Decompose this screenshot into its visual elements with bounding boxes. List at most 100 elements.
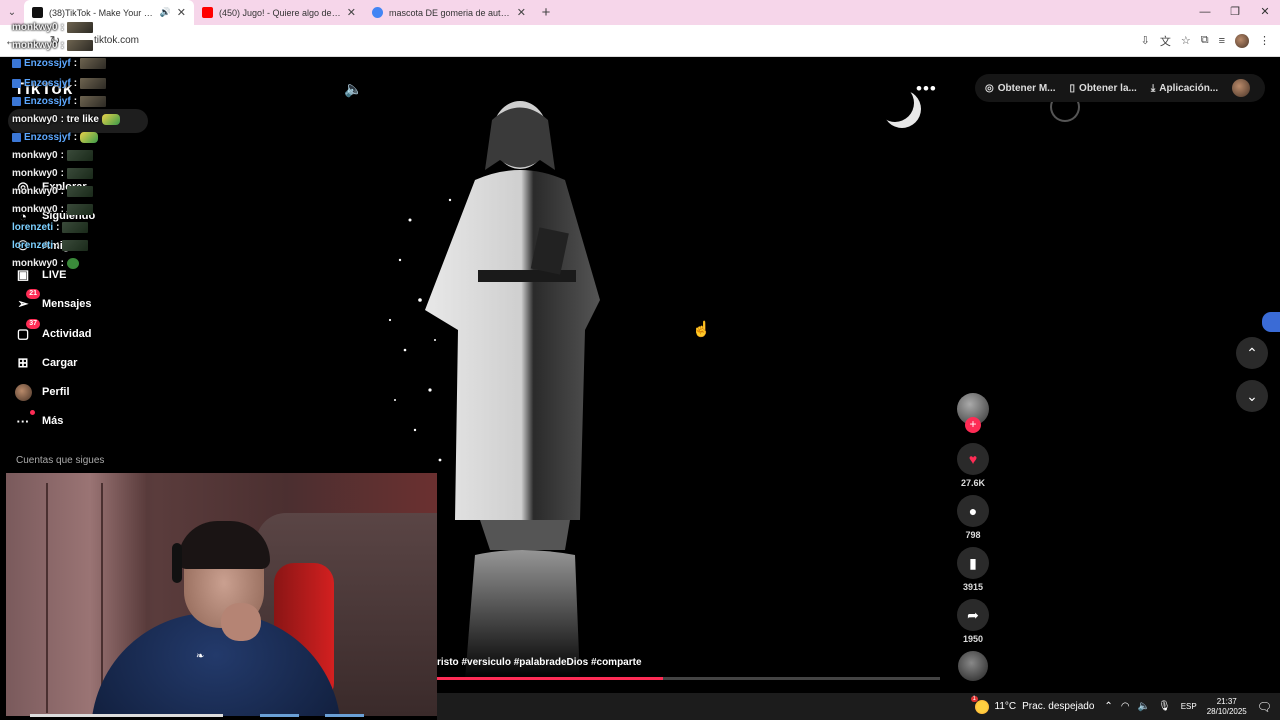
chat-message: Enzossjyf: — [12, 132, 99, 143]
desktop-app-label: Aplicación... — [1159, 82, 1219, 94]
volume-icon[interactable]: 🔈 — [344, 80, 363, 98]
tab-google[interactable]: mascota DE gomeria de autos - ✕ — [364, 0, 534, 25]
screen: ⌄ (38)TikTok - Make Your Day 🔊 ✕ (450) J… — [0, 0, 1280, 720]
heart-icon: ♥ — [957, 443, 989, 475]
nav-label: Perfil — [42, 386, 70, 398]
more-icon: ··· — [14, 410, 35, 430]
share-button[interactable]: ➦ 1950 — [957, 599, 989, 644]
chat-message: monkwy0: — [12, 186, 93, 197]
tab-list-icon[interactable]: ⌄ — [0, 7, 24, 18]
following-accounts-title: Cuentas que sigues — [16, 455, 105, 466]
bookmark-star-icon[interactable]: ☆ — [1181, 34, 1191, 47]
mic-icon[interactable]: 🎙 — [1158, 701, 1171, 712]
nav-perfil[interactable]: Perfil — [14, 383, 70, 401]
more-dot-badge — [30, 410, 35, 415]
tab-label: mascota DE gomeria de autos - — [389, 7, 511, 18]
close-window-icon[interactable]: ✕ — [1250, 0, 1280, 25]
coin-icon: ◎ — [985, 82, 994, 94]
google-favicon-icon — [372, 7, 383, 18]
puma-logo-icon: ❧ — [196, 651, 205, 662]
chat-username: monkwy0 — [12, 168, 58, 179]
install-icon[interactable]: ⇩ — [1141, 34, 1150, 47]
menu-icon[interactable]: ⋮ — [1259, 34, 1270, 47]
platform-icon — [12, 133, 21, 142]
language-indicator[interactable]: ESP — [1181, 702, 1197, 711]
chat-emote-icon — [80, 96, 107, 107]
minimize-icon[interactable]: — — [1190, 0, 1220, 25]
webcam-overlay: ❧ — [6, 473, 437, 716]
close-tab-icon[interactable]: ✕ — [177, 6, 186, 19]
notification-icon[interactable]: 🗨 — [1257, 700, 1272, 714]
chat-text: : — [60, 22, 64, 33]
chat-text: : — [60, 204, 64, 215]
audio-icon[interactable]: 🔊 — [160, 7, 171, 18]
media-icon[interactable]: ≡ — [1219, 35, 1225, 47]
address-bar: ← → ↻ tiktok.com ⇩ 文 ☆ ⧉ ≡ ⋮ — [0, 25, 1280, 57]
temperature: 11°C — [994, 701, 1017, 712]
chat-message: Enzossjyf: — [12, 58, 107, 69]
comment-button[interactable]: ● 798 — [957, 495, 989, 540]
tab-youtube[interactable]: (450) Jugo! - Quiere algo de mi ✕ — [194, 0, 364, 25]
close-tab-icon[interactable]: ✕ — [517, 6, 526, 19]
weather-badge: 1 — [970, 695, 978, 702]
youtube-favicon-icon — [202, 7, 213, 18]
desktop-app-button[interactable]: ⤓ Aplicación... — [1151, 83, 1218, 94]
chat-text: : — [56, 222, 60, 233]
moon-graphic — [876, 84, 914, 122]
chat-username: monkwy0 — [12, 150, 58, 161]
chat-text: : — [60, 186, 64, 197]
music-disc-icon[interactable] — [958, 651, 988, 681]
side-mic-icon[interactable] — [1262, 312, 1280, 332]
chat-message: monkwy0: — [12, 258, 79, 269]
restore-icon[interactable]: ❐ — [1220, 0, 1250, 25]
like-button[interactable]: ♥ 27.6K — [957, 443, 989, 488]
chat-username: monkwy0 — [12, 258, 58, 269]
get-app-button[interactable]: ▯ Obtener la... — [1070, 83, 1137, 94]
tab-bar: ⌄ (38)TikTok - Make Your Day 🔊 ✕ (450) J… — [0, 0, 1280, 25]
nav-label: LIVE — [42, 269, 67, 281]
url-field[interactable]: tiktok.com — [94, 35, 1141, 46]
platform-icon — [12, 79, 21, 88]
profile-icon[interactable] — [1235, 33, 1249, 48]
translate-icon[interactable]: 文 — [1160, 33, 1171, 49]
chat-message: monkwy0: tre like — [12, 114, 120, 125]
weather-sun-icon: 1 — [970, 695, 989, 714]
chat-message: monkwy0: — [12, 22, 93, 33]
previous-video-button[interactable]: ⌃ — [1236, 337, 1268, 369]
follow-plus-icon[interactable]: + — [965, 417, 981, 433]
tray-chevron-icon[interactable]: ⌃ — [1104, 701, 1112, 712]
browser-tools: ⇩ 文 ☆ ⧉ ≡ ⋮ — [1141, 33, 1270, 49]
chat-emote-icon — [66, 40, 93, 51]
next-video-button[interactable]: ⌄ — [1236, 380, 1268, 412]
close-tab-icon[interactable]: ✕ — [347, 6, 356, 19]
video-caption[interactable]: risto #versiculo #palabradeDios #compart… — [437, 657, 642, 668]
user-avatar[interactable] — [1232, 79, 1251, 97]
nav-mas[interactable]: ··· Más — [14, 410, 63, 430]
extensions-icon[interactable]: ⧉ — [1201, 34, 1209, 47]
speaker-icon[interactable]: 🔈 — [1138, 701, 1150, 712]
share-count: 1950 — [962, 634, 984, 644]
clock-time: 21:37 — [1216, 696, 1237, 706]
chat-emote-icon — [62, 222, 89, 233]
chat-username: lorenzeti — [12, 222, 54, 233]
chat-emote-icon — [66, 22, 93, 33]
nav-mensajes[interactable]: ➢ 21 Mensajes — [14, 289, 92, 313]
network-icon[interactable]: ◠ — [1121, 701, 1130, 712]
taskbar-clock[interactable]: 21:37 28/10/2025 — [1207, 697, 1247, 717]
chat-emote-icon — [80, 78, 107, 89]
hand-cursor-icon: ☝ — [692, 321, 711, 338]
chat-username: Enzossjyf — [24, 78, 71, 89]
comment-icon: ● — [957, 495, 989, 527]
weather-widget[interactable]: 1 11°C Prac. despejado — [970, 695, 1094, 714]
new-tab-icon[interactable]: + — [534, 4, 558, 21]
nav-actividad[interactable]: ▢ 37 Actividad — [14, 319, 92, 343]
video-progress-bar[interactable] — [437, 677, 940, 680]
nav-label: Mensajes — [42, 298, 92, 310]
chat-username: Enzossjyf — [24, 132, 71, 143]
nav-cargar[interactable]: ⊞ Cargar — [14, 354, 78, 372]
save-button[interactable]: ▮ 3915 — [957, 547, 989, 592]
chat-username: monkwy0 — [12, 114, 58, 125]
get-coins-button[interactable]: ◎ Obtener M... — [985, 83, 1056, 94]
more-options-icon[interactable]: ••• — [916, 79, 937, 99]
chat-username: monkwy0 — [12, 22, 58, 33]
